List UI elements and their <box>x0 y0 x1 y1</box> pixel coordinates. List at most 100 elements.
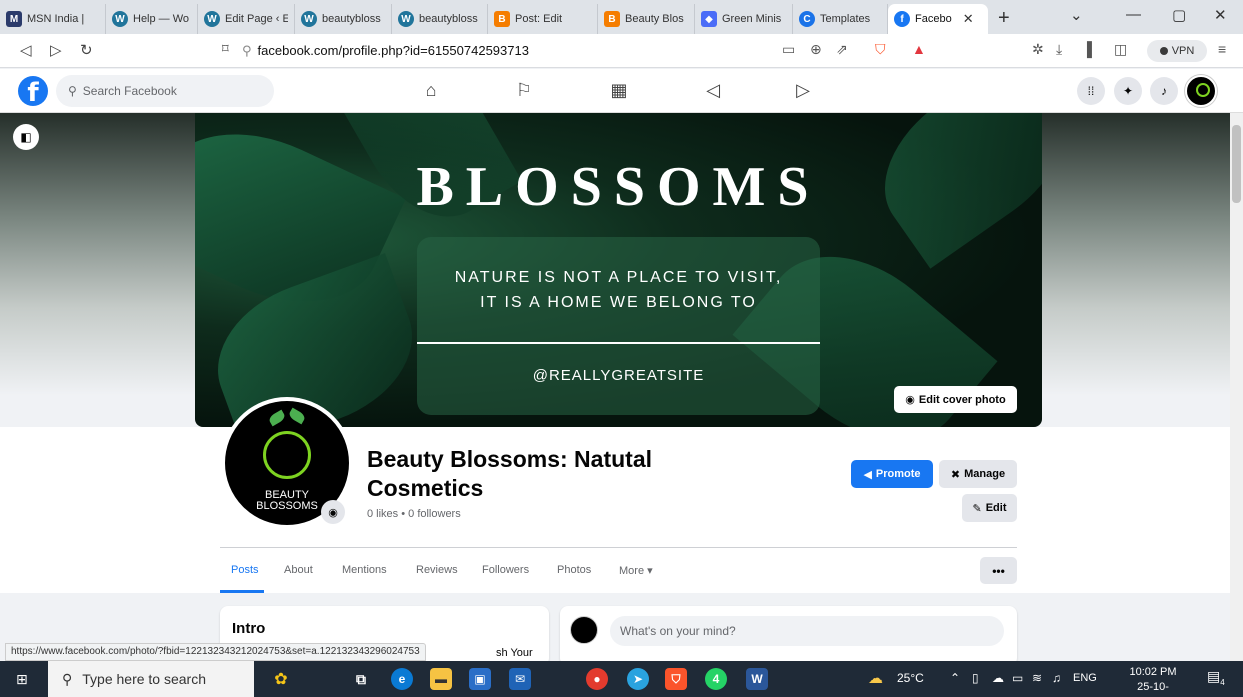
tab-beautybloss-1[interactable]: W beautybloss <box>295 4 392 34</box>
task-view-icon[interactable]: ⧉ <box>350 668 372 690</box>
tab-templates[interactable]: C Templates <box>793 4 888 34</box>
vpn-button[interactable]: VPN <box>1147 40 1207 62</box>
telegram-icon[interactable]: ➤ <box>627 668 649 690</box>
word-icon[interactable]: W <box>746 668 768 690</box>
brave-rewards-icon[interactable]: ▲ <box>912 41 926 57</box>
avatar-camera-icon[interactable]: ◉ <box>321 500 345 524</box>
menu-grid-icon[interactable]: ⁞⁞ <box>1077 77 1105 105</box>
reload-icon[interactable]: ↻ <box>80 41 93 59</box>
wallet-icon[interactable]: ◫ <box>1114 41 1127 58</box>
tab-post-edit[interactable]: B Post: Edit <box>488 4 598 34</box>
manage-button[interactable]: ✖ Manage <box>939 460 1017 488</box>
sidebar-icon[interactable]: ▐ <box>1082 41 1092 57</box>
tab-label: beautybloss <box>419 13 478 25</box>
volume-icon[interactable]: ♫ <box>1052 671 1061 685</box>
tab-edit-page[interactable]: W Edit Page ‹ E <box>198 4 295 34</box>
new-tab-button[interactable]: + <box>998 7 1010 30</box>
search-icon: ⚲ <box>68 84 77 98</box>
templates-icon: C <box>799 11 815 27</box>
notification-center-icon[interactable]: ▤4 <box>1207 668 1225 687</box>
weather-icon[interactable]: ☁ <box>868 669 883 687</box>
brave-shield-icon[interactable]: ⛉ <box>875 41 886 58</box>
mail-icon[interactable]: ✉ <box>509 668 531 690</box>
tab-list-icon[interactable]: ⌄ <box>1070 6 1083 24</box>
search-icon: ⚲ <box>62 670 73 687</box>
share-icon[interactable]: ⇗ <box>836 41 848 58</box>
url-field[interactable]: ⚲ facebook.com/profile.php?id=61550742593… <box>242 43 529 59</box>
cover-quote-line: NATURE IS NOT A PLACE TO VISIT, <box>454 269 783 286</box>
chrome-icon[interactable]: ● <box>586 668 608 690</box>
tray-app-icon[interactable]: ▯ <box>972 671 979 685</box>
tray-chevron-icon[interactable]: ⌃ <box>950 671 960 685</box>
tab-facebook[interactable]: f Facebo ✕ <box>888 4 988 34</box>
facebook-search-input[interactable]: ⚲ Search Facebook <box>56 75 274 107</box>
wordpress-icon: W <box>112 11 128 27</box>
language-indicator[interactable]: ENG <box>1073 672 1097 684</box>
windows-taskbar: ⊞ ⚲ Type here to search ✿ ⧉ e ▬ ▣ ✉ ● ➤ … <box>0 661 1243 697</box>
downloads-icon[interactable]: ⤓ <box>1056 41 1062 58</box>
whatsapp-icon[interactable]: 4 <box>705 668 727 690</box>
tab-about[interactable]: About <box>284 564 313 576</box>
widget-icon[interactable]: ✿ <box>270 668 292 690</box>
tab-beautybloss-2[interactable]: W beautybloss <box>392 4 488 34</box>
account-avatar[interactable] <box>1185 75 1217 107</box>
close-tab-icon[interactable]: ✕ <box>963 11 974 27</box>
scrollbar-thumb[interactable] <box>1232 125 1241 203</box>
page-stats[interactable]: 0 likes • 0 followers <box>367 508 461 520</box>
facebook-logo-icon[interactable]: f <box>18 76 48 108</box>
minimize-icon[interactable]: — <box>1126 6 1141 23</box>
bookmark-icon[interactable]: ⌑ <box>222 41 229 57</box>
edit-cover-photo-button[interactable]: ◉ Edit cover photo <box>894 386 1017 413</box>
store-icon[interactable]: ▣ <box>469 668 491 690</box>
site-info-icon[interactable]: ⚲ <box>242 43 252 58</box>
ads-megaphone-icon[interactable]: ◁ <box>701 79 725 101</box>
pages-flag-icon[interactable]: ⚐ <box>512 79 536 101</box>
tab-label: Facebo <box>915 13 952 25</box>
messenger-icon[interactable]: ✦ <box>1114 77 1142 105</box>
windows-start-icon[interactable]: ⊞ <box>16 671 28 688</box>
tab-green-minis[interactable]: ◆ Green Minis <box>695 4 793 34</box>
battery-icon[interactable]: ▭ <box>1012 671 1023 685</box>
forward-icon[interactable]: ▷ <box>50 41 62 59</box>
tab-mentions[interactable]: Mentions <box>342 564 387 576</box>
edit-button[interactable]: ✎ Edit <box>962 494 1017 522</box>
intro-text: sh Your <box>496 647 533 659</box>
system-clock[interactable]: 10:02 PM 25-10-2023 <box>1126 665 1180 697</box>
insights-icon[interactable]: ▦ <box>607 79 631 101</box>
tab-help[interactable]: W Help — Wo <box>106 4 198 34</box>
tab-msn[interactable]: M MSN India | <box>0 4 106 34</box>
maximize-icon[interactable]: ▢ <box>1172 6 1186 24</box>
tab-photos[interactable]: Photos <box>557 564 591 576</box>
home-icon[interactable]: ⌂ <box>419 79 443 101</box>
cast-icon[interactable]: ▭ <box>782 41 795 58</box>
tab-followers[interactable]: Followers <box>482 564 529 576</box>
tab-more[interactable]: More ▾ <box>619 564 653 577</box>
switch-profile-icon[interactable]: ◧ <box>13 124 39 150</box>
notifications-bell-icon[interactable]: ♪ <box>1150 77 1178 105</box>
whats-on-your-mind-input[interactable]: What's on your mind? <box>610 616 1004 646</box>
brave-icon[interactable]: ⛉ <box>665 668 687 690</box>
cover-photo[interactable]: BLOSSOMS NATURE IS NOT A PLACE TO VISIT,… <box>195 113 1042 427</box>
camera-icon: ◉ <box>905 394 915 406</box>
menu-icon[interactable]: ≡ <box>1218 41 1226 57</box>
more-options-button[interactable]: ••• <box>980 557 1017 584</box>
promote-button[interactable]: ◀ Promote <box>851 460 933 488</box>
weather-temp[interactable]: 25°C <box>897 671 924 685</box>
tab-posts[interactable]: Posts <box>231 564 259 576</box>
tab-label: beautybloss <box>322 13 381 25</box>
video-icon[interactable]: ▷ <box>791 79 815 101</box>
file-explorer-icon[interactable]: ▬ <box>430 668 452 690</box>
extensions-icon[interactable]: ✲ <box>1032 41 1044 58</box>
megaphone-icon: ◀ <box>863 468 872 481</box>
onedrive-icon[interactable]: ☁ <box>992 671 1004 685</box>
wifi-icon[interactable]: ≋ <box>1032 671 1042 685</box>
tab-beauty-blos[interactable]: B Beauty Blos <box>598 4 695 34</box>
tools-icon: ✖ <box>950 468 961 481</box>
taskbar-search-input[interactable]: ⚲ Type here to search <box>48 661 254 697</box>
edge-icon[interactable]: e <box>391 668 413 690</box>
zoom-icon[interactable]: ⊕ <box>810 41 822 58</box>
close-window-icon[interactable]: ✕ <box>1214 6 1227 24</box>
back-icon[interactable]: ◁ <box>20 41 32 59</box>
taskbar-search-placeholder: Type here to search <box>82 671 207 687</box>
tab-reviews[interactable]: Reviews <box>416 564 458 576</box>
